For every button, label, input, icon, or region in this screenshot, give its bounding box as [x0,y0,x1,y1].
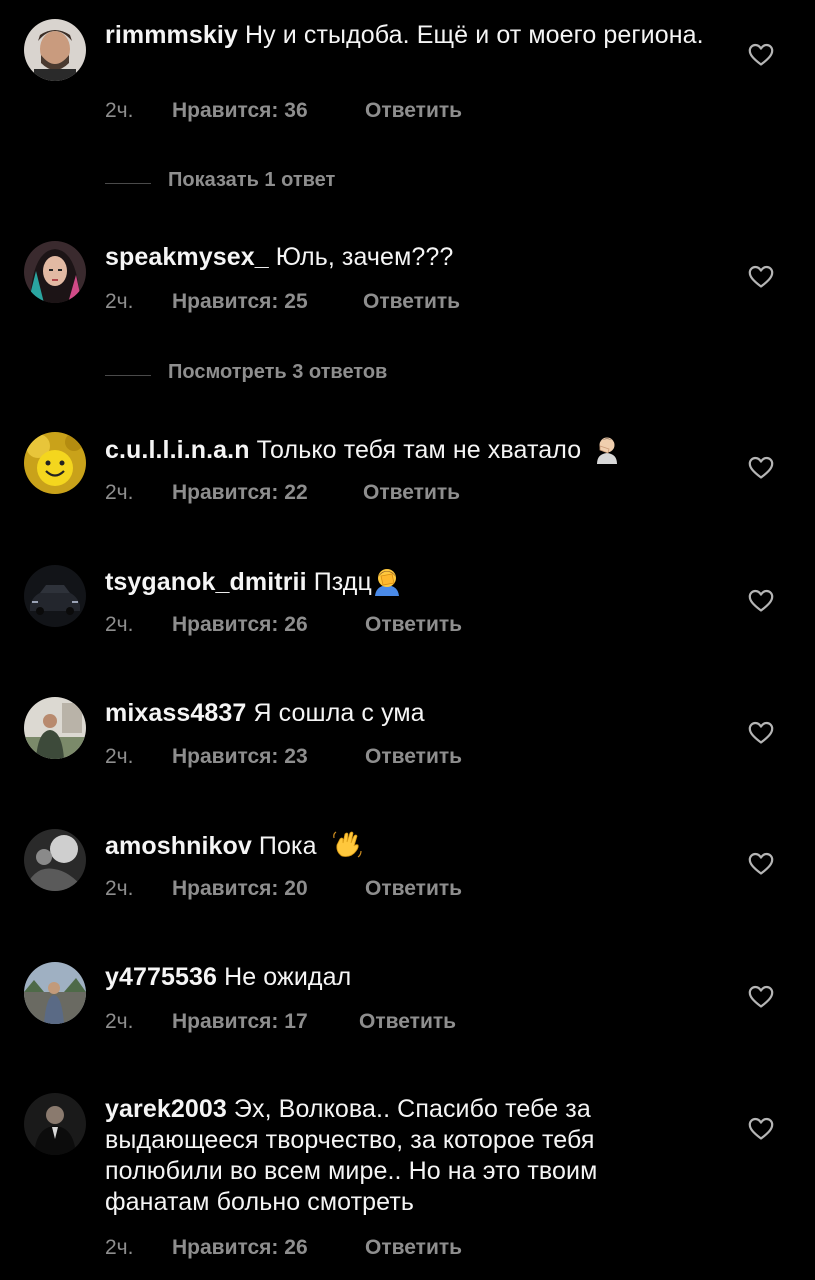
reply-button[interactable]: Ответить [365,745,462,769]
heart-icon[interactable] [748,985,774,1009]
comment-time: 2ч. [105,99,134,122]
comment-username[interactable]: mixass4837 [105,699,246,727]
comment-time: 2ч. [105,290,134,313]
comment-likes[interactable]: Нравится: 20 [172,877,308,901]
comment-text: Ну и стыдоба. Ещё и от моего региона. [244,21,704,49]
reply-button[interactable]: Ответить [363,481,460,505]
avatar[interactable] [24,829,86,891]
avatar-woman-colored-hair-icon [24,241,86,303]
avatar[interactable] [24,962,86,1024]
comment-username[interactable]: tsyganok_dmitrii [105,568,307,596]
reply-button[interactable]: Ответить [363,290,460,314]
heart-icon[interactable] [748,721,774,745]
avatar[interactable] [24,432,86,494]
heart-icon[interactable] [748,43,774,67]
comment-time: 2ч. [105,613,134,636]
view-replies-label: Посмотреть 3 ответов [168,361,388,383]
avatar[interactable] [24,565,86,627]
comment-username[interactable]: y4775536 [105,963,217,991]
reply-button[interactable]: Ответить [365,99,462,123]
reply-button[interactable]: Ответить [359,1010,456,1034]
thread-divider [105,183,151,184]
reply-button[interactable]: Ответить [365,877,462,901]
reply-button[interactable]: Ответить [365,1236,462,1260]
comment-time: 2ч. [105,481,134,504]
avatar-man-street-icon [24,962,86,1024]
comment-text: Не ожидал [224,963,352,991]
reply-button[interactable]: Ответить [365,613,462,637]
comment-text: Юль, зачем??? [275,243,454,271]
comment-text: Только тебя там не хватало [256,436,582,464]
comment-likes[interactable]: Нравится: 26 [172,1236,308,1260]
comment-username[interactable]: rimmmskiy [105,21,238,49]
heart-icon[interactable] [748,589,774,613]
comment-username[interactable]: speakmysex_ [105,243,269,271]
comment-likes[interactable]: Нравится: 26 [172,613,308,637]
comment-text: Я сошла с ума [253,699,425,727]
avatar-man-outdoors-icon [24,697,86,759]
man-facepalming-emoji-icon [597,437,618,464]
heart-icon[interactable] [748,456,774,480]
avatar-man-suit-icon [24,1093,86,1155]
avatar-dark-car-icon [24,565,86,627]
comment-likes[interactable]: Нравится: 23 [172,745,308,769]
avatar-grayscale-icon [24,829,86,891]
comment-username[interactable]: yarek2003 [105,1095,227,1123]
heart-icon[interactable] [748,265,774,289]
comment-time: 2ч. [105,877,134,900]
avatar[interactable] [24,241,86,303]
heart-icon[interactable] [748,1117,774,1141]
comment-text: Пздц [313,568,372,596]
comment-text: Пока [258,832,317,860]
comment-likes[interactable]: Нравится: 36 [172,99,308,123]
comment-time: 2ч. [105,1236,134,1259]
avatar[interactable] [24,697,86,759]
comment-likes[interactable]: Нравится: 25 [172,290,308,314]
comment-username[interactable]: amoshnikov [105,832,252,860]
comment-likes[interactable]: Нравится: 22 [172,481,308,505]
view-replies-label: Показать 1 ответ [168,169,336,191]
waving-hand-emoji-icon [332,831,362,858]
avatar[interactable] [24,19,86,81]
comment-likes[interactable]: Нравится: 17 [172,1010,308,1034]
avatar-yellow-smiley-icon [24,432,86,494]
comment-username[interactable]: c.u.l.l.i.n.a.n [105,436,250,464]
thread-divider [105,375,151,376]
heart-icon[interactable] [748,852,774,876]
comment-time: 2ч. [105,1010,134,1033]
comment-time: 2ч. [105,745,134,768]
avatar[interactable] [24,1093,86,1155]
facepalm-emoji-icon [374,569,399,596]
avatar-man-beard-icon [24,19,86,81]
